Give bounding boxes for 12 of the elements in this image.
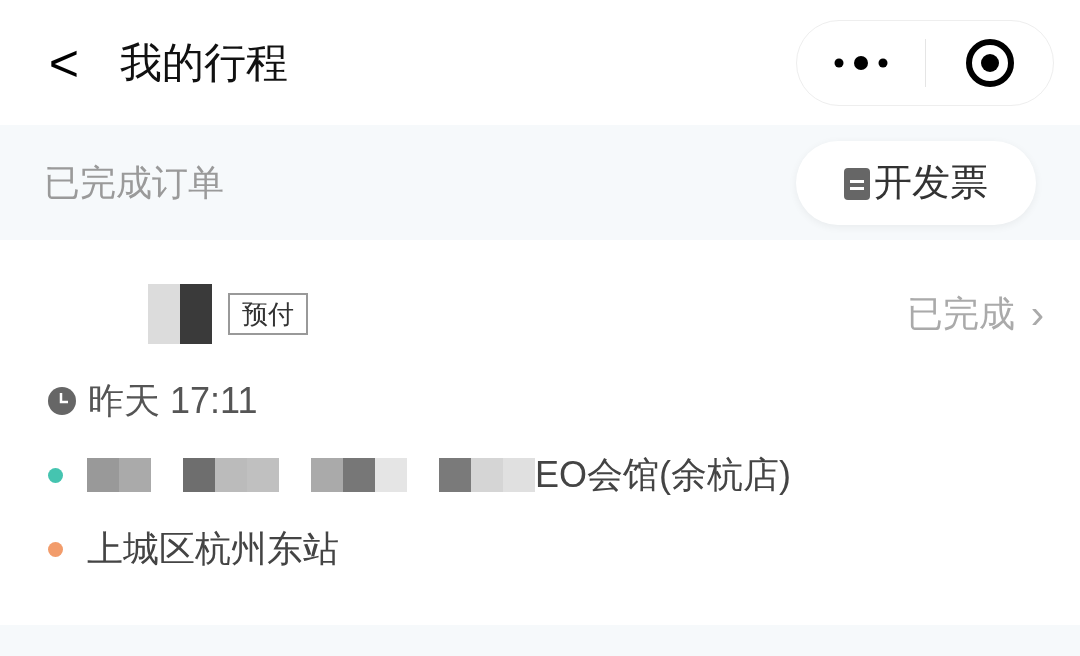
receipt-icon — [844, 165, 870, 200]
clock-icon — [48, 387, 76, 415]
invoice-button[interactable]: 开发票 — [796, 140, 1036, 225]
back-button[interactable]: < — [40, 36, 88, 89]
location-text: 上城区杭州东站 — [87, 527, 339, 571]
page-title: 我的行程 — [120, 38, 288, 88]
location-text: EO会馆(余杭店) — [535, 453, 791, 497]
target-icon — [964, 37, 1015, 88]
more-icon — [833, 54, 889, 71]
prepaid-tag: 预付 — [228, 293, 308, 335]
section-title: 已完成订单 — [44, 160, 224, 205]
order-time: 昨天 17:11 — [88, 379, 258, 423]
